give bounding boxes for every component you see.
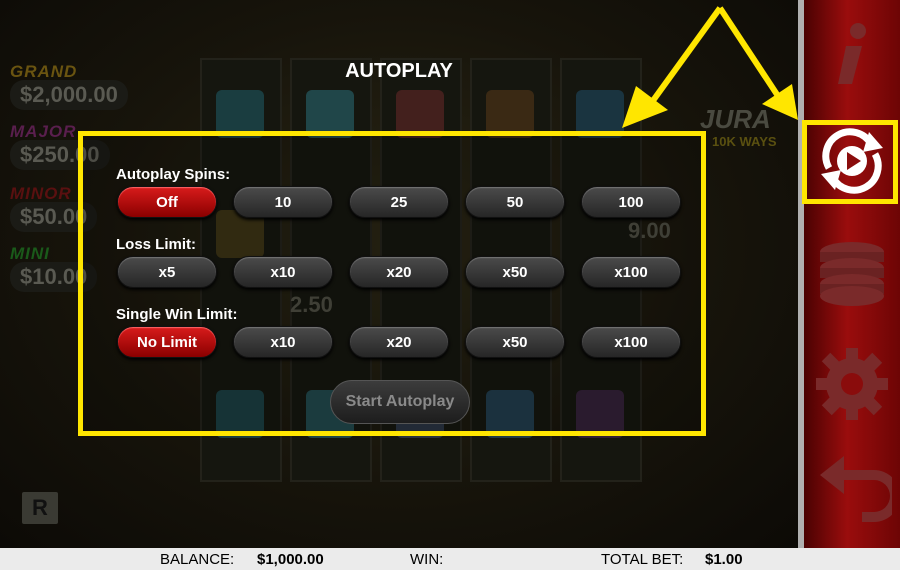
info-icon[interactable] [804, 22, 900, 93]
win-limit-x100[interactable]: x100 [581, 326, 681, 358]
win-label: WIN: [410, 551, 444, 568]
back-arrow-icon[interactable] [804, 456, 900, 531]
autoplay-spins-label: Autoplay Spins: [116, 166, 231, 183]
brand-logo: R [22, 492, 58, 524]
gear-icon[interactable] [804, 344, 900, 429]
single-win-limit-label: Single Win Limit: [116, 306, 238, 323]
loss-limit-x50[interactable]: x50 [465, 256, 565, 288]
spins-option-off[interactable]: Off [117, 186, 217, 218]
win-limit-no-limit[interactable]: No Limit [117, 326, 217, 358]
spins-option-25[interactable]: 25 [349, 186, 449, 218]
loss-limit-x20[interactable]: x20 [349, 256, 449, 288]
balance-value: $1,000.00 [257, 551, 324, 568]
balance-label: BALANCE: [160, 551, 235, 568]
loss-limit-label: Loss Limit: [116, 236, 197, 253]
game-logo-sub: 10K WAYS [712, 134, 777, 149]
start-autoplay-button[interactable]: Start Autoplay [330, 380, 470, 424]
status-bar: BALANCE: $1,000.00 WIN: TOTAL BET: $1.00 [0, 548, 900, 570]
total-bet-amount: $1.00 [705, 551, 743, 568]
jackpot-amount: $2,000.00 [10, 80, 128, 110]
win-limit-x50[interactable]: x50 [465, 326, 565, 358]
loss-limit-x100[interactable]: x100 [581, 256, 681, 288]
autoplay-highlight-frame [802, 120, 898, 204]
spins-option-50[interactable]: 50 [465, 186, 565, 218]
page-title: AUTOPLAY [345, 60, 453, 82]
win-limit-x20[interactable]: x20 [349, 326, 449, 358]
win-limit-x10[interactable]: x10 [233, 326, 333, 358]
spins-option-10[interactable]: 10 [233, 186, 333, 218]
autoplay-settings-panel: Autoplay Spins: Off 10 25 50 100 Loss Li… [78, 131, 706, 436]
total-bet-value: $1.00 [705, 551, 743, 568]
loss-limit-x10[interactable]: x10 [233, 256, 333, 288]
side-menu [804, 0, 900, 548]
game-logo: JURA [700, 104, 771, 134]
total-bet-label: TOTAL BET: [601, 551, 684, 568]
loss-limit-x5[interactable]: x5 [117, 256, 217, 288]
chips-icon[interactable] [804, 238, 900, 313]
balance-amount: $1,000.00 [257, 551, 324, 568]
spins-option-100[interactable]: 100 [581, 186, 681, 218]
